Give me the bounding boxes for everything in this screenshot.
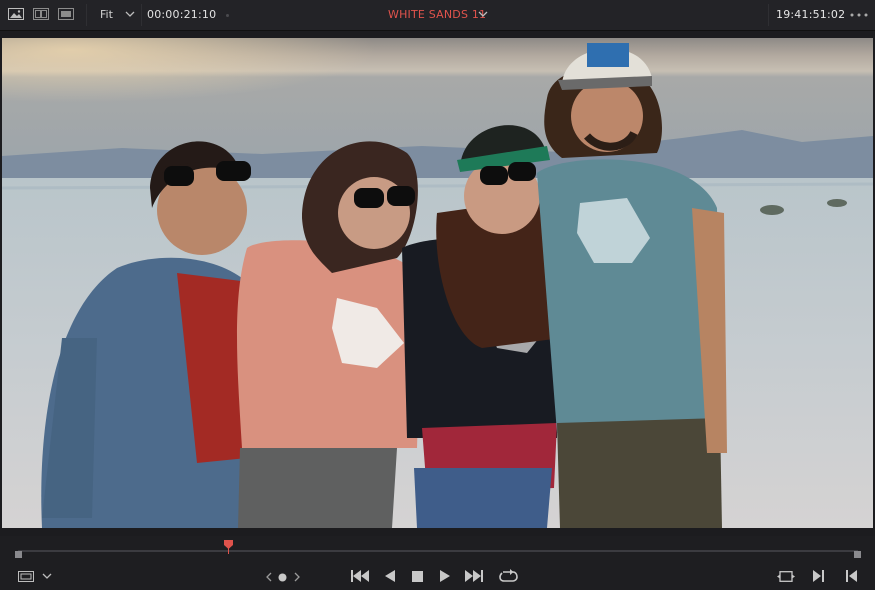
play-reverse-icon[interactable]: [385, 570, 395, 582]
video-frame-image: [2, 38, 873, 528]
more-options-icon[interactable]: [850, 13, 868, 17]
transport-panel: [0, 536, 875, 590]
filmstrip-view-icon[interactable]: [58, 8, 74, 20]
dual-view-icon[interactable]: [33, 8, 49, 20]
viewer-toolbar: Fit 00:00:21:10 WHITE SANDS 11 19:41:51:…: [0, 0, 875, 31]
viewer-options-icon[interactable]: [18, 571, 34, 582]
zoom-dropdown-label[interactable]: Fit: [100, 8, 113, 21]
go-to-next-icon[interactable]: [813, 570, 824, 582]
chevron-down-icon[interactable]: [42, 573, 52, 580]
chevron-down-icon[interactable]: [477, 10, 489, 18]
status-dot: [226, 14, 229, 17]
scrub-bar-end-marker[interactable]: [854, 551, 861, 558]
video-viewer[interactable]: [2, 38, 873, 528]
playhead-line: [228, 548, 229, 554]
nav-next-icon[interactable]: [293, 572, 301, 582]
match-frame-icon[interactable]: [777, 571, 795, 582]
go-to-previous-icon[interactable]: [846, 570, 857, 582]
scrub-bar[interactable]: [18, 550, 858, 552]
record-timecode[interactable]: 19:41:51:02: [776, 8, 845, 21]
source-timecode[interactable]: 00:00:21:10: [147, 8, 216, 21]
nav-previous-icon[interactable]: [265, 572, 273, 582]
nav-dot-icon[interactable]: [278, 573, 287, 582]
stop-icon[interactable]: [412, 571, 423, 582]
scrub-bar-start-marker[interactable]: [15, 551, 22, 558]
chevron-down-icon[interactable]: [124, 10, 136, 18]
toolbar-divider: [141, 4, 142, 26]
loop-icon[interactable]: [499, 569, 518, 583]
clip-name-dropdown[interactable]: WHITE SANDS 11: [388, 8, 486, 21]
jump-to-start-icon[interactable]: [351, 570, 369, 582]
play-icon[interactable]: [440, 570, 450, 582]
jump-to-end-icon[interactable]: [465, 570, 483, 582]
toolbar-divider: [768, 4, 769, 26]
toolbar-divider: [86, 4, 87, 26]
image-view-icon[interactable]: [8, 8, 24, 20]
